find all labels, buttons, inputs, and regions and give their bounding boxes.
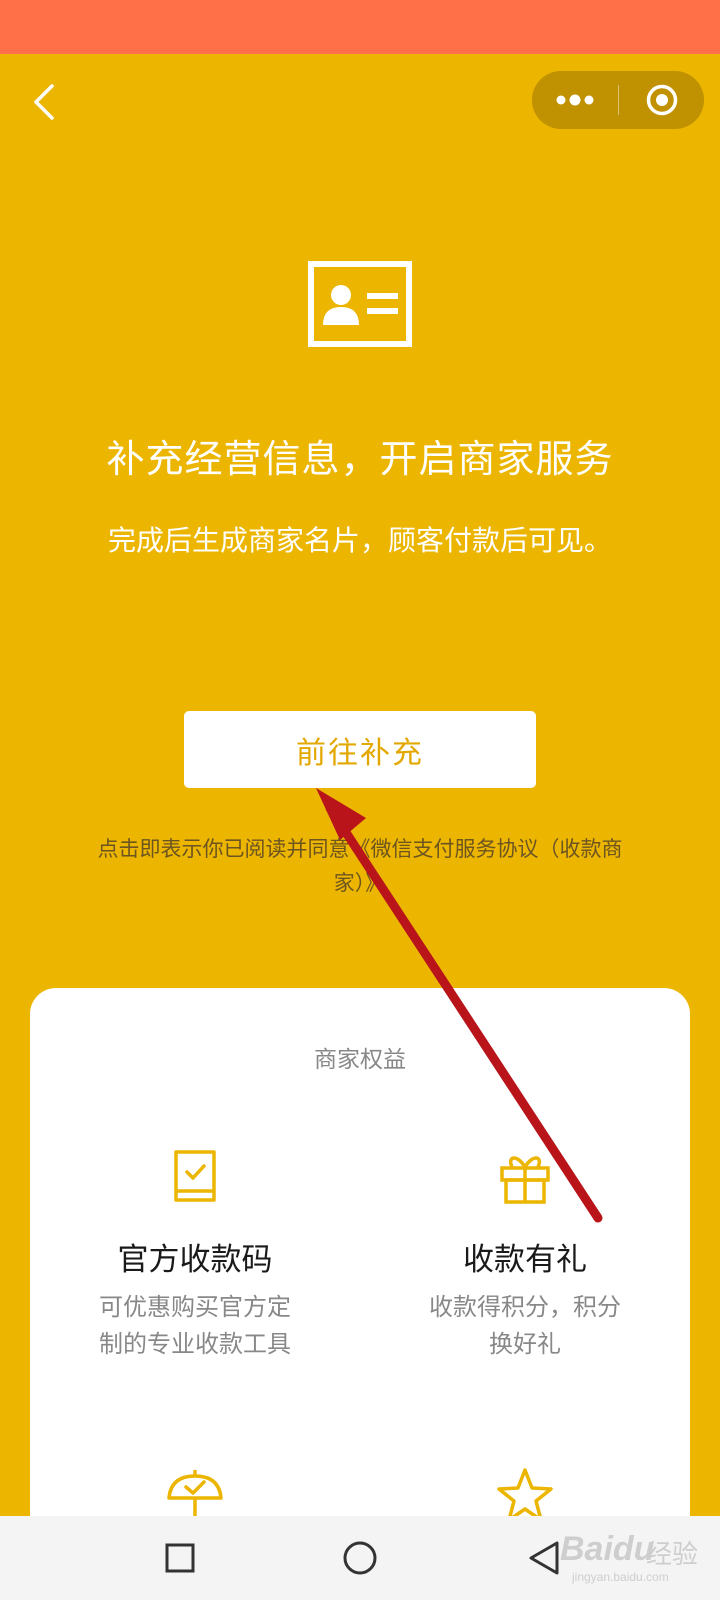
more-dots-icon [556,94,594,106]
benefit-desc: 可优惠购买官方定制的专业收款工具 [99,1293,291,1358]
more-button[interactable] [532,71,618,129]
id-card-icon [308,261,412,347]
baidu-jingyan-watermark: Baidu 经验 jingyan.baidu.com [550,1520,710,1590]
benefit-title: 收款有礼 [463,1242,587,1278]
target-close-icon [646,84,677,116]
benefits-card: 商家权益 官方收款码 可优惠购买官方定制的专业收款工具 收款有礼 收款得积分，积… [30,988,690,1600]
square-recent-icon [165,1543,195,1573]
benefit-official-qr[interactable]: 官方收款码 可优惠购买官方定制的专业收款工具 [30,1146,360,1363]
circle-home-icon [343,1541,377,1575]
back-button[interactable] [26,80,62,124]
watermark-logo: Baidu [560,1530,655,1568]
benefit-title: 官方收款码 [117,1242,273,1278]
gift-icon [500,1156,550,1204]
mini-program-capsule [532,71,704,129]
benefit-gift[interactable]: 收款有礼 收款得积分，积分换好礼 [360,1146,690,1363]
status-bar [0,0,720,54]
close-button[interactable] [619,71,704,129]
recent-apps-button[interactable] [156,1534,204,1582]
benefit-desc: 收款得积分，积分换好礼 [429,1293,621,1358]
page-subtitle: 完成后生成商家名片，顾客付款后可见。 [107,524,612,557]
go-supplement-button[interactable]: 前往补充 [184,711,536,788]
page-title: 补充经营信息，开启商家服务 [106,437,614,481]
watermark-label: 经验 [646,1540,699,1570]
home-button[interactable] [336,1534,384,1582]
chevron-left-icon [34,84,54,120]
agreement-text[interactable]: 点击即表示你已阅读并同意《微信支付服务协议（收款商家）》 [80,832,640,900]
benefits-title: 商家权益 [314,1047,406,1073]
qr-book-icon [174,1150,216,1202]
watermark-url: jingyan.baidu.com [572,1570,669,1584]
